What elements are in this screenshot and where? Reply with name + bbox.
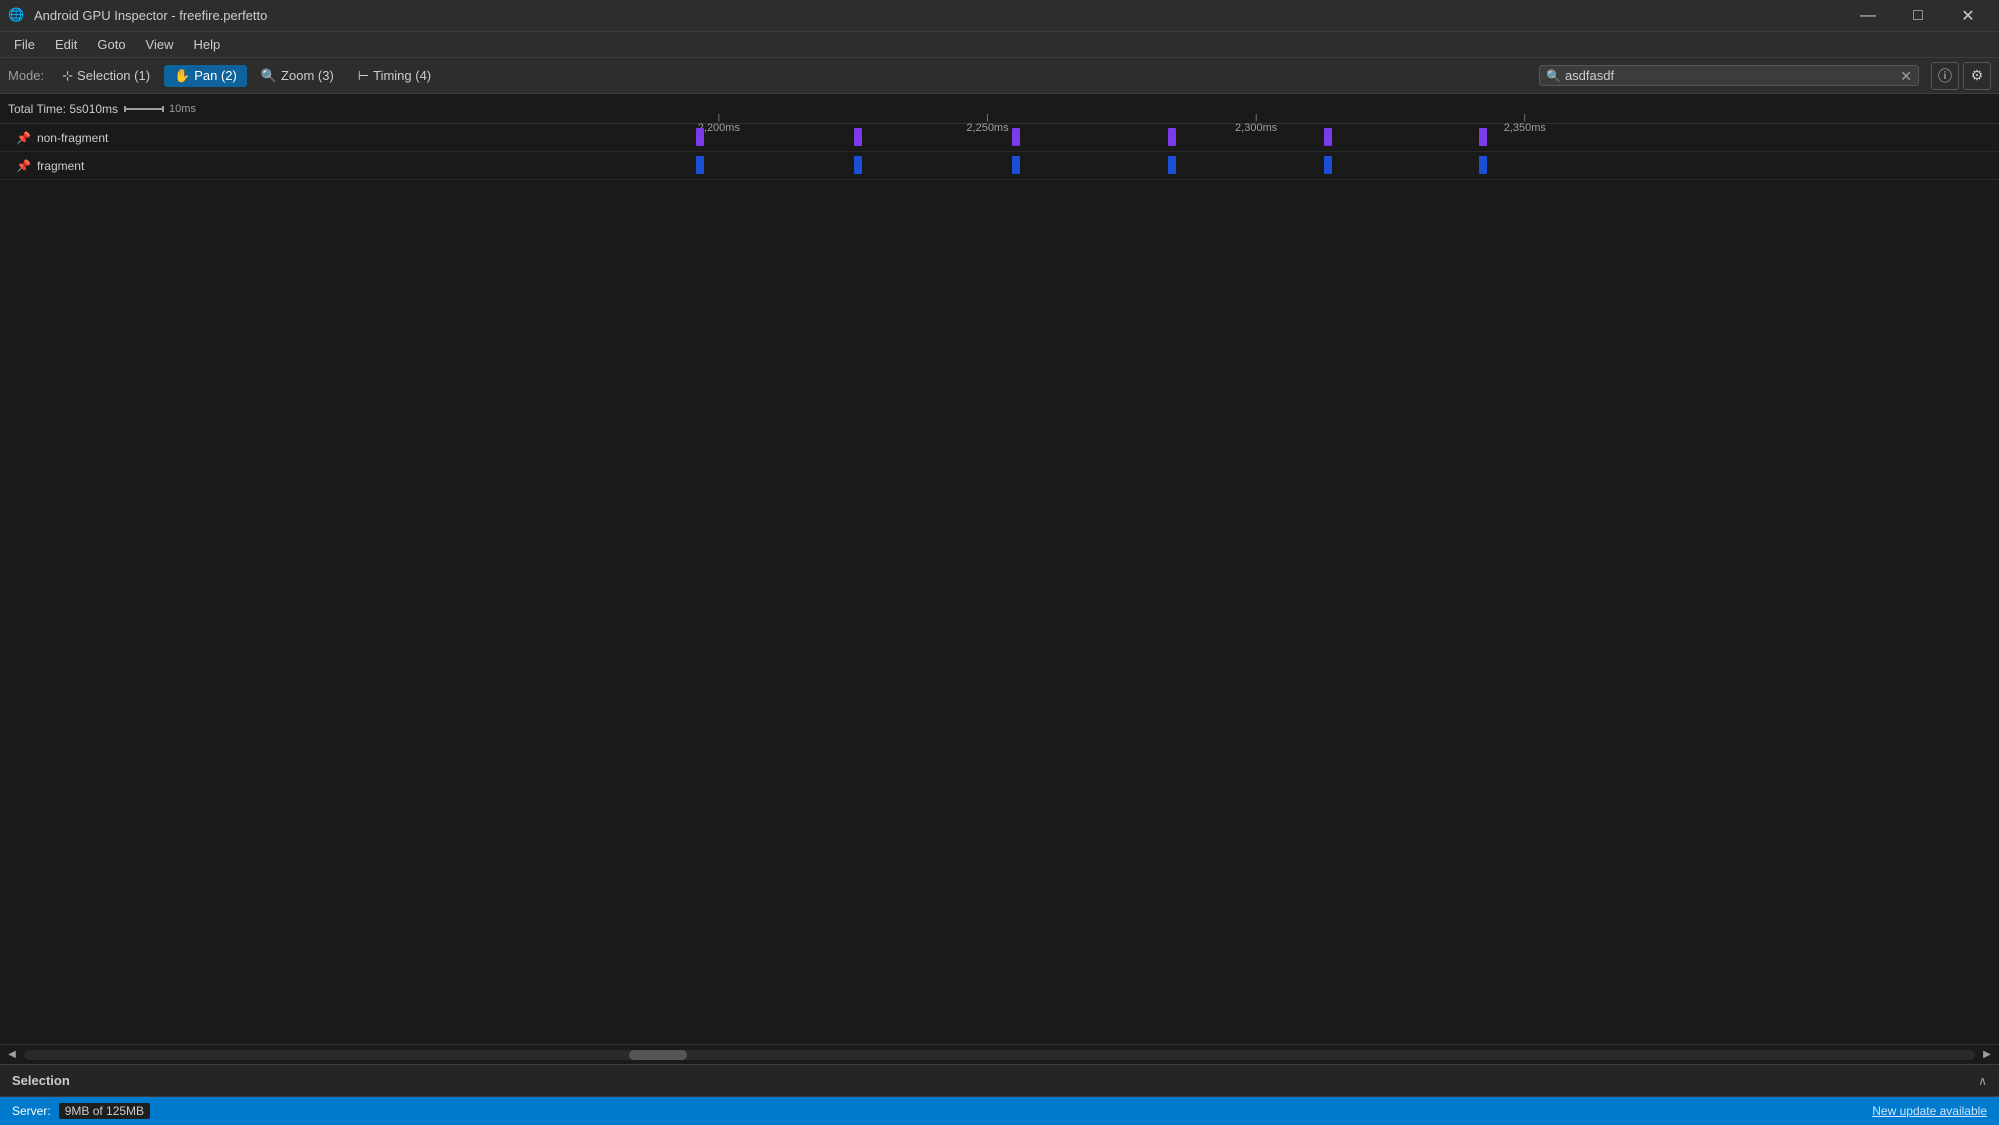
mode-timing[interactable]: ⊢ Timing (4): [348, 65, 441, 87]
fragment-pin-icon: 📌: [16, 159, 31, 173]
menu-goto[interactable]: Goto: [87, 32, 135, 58]
search-icon: 🔍: [1546, 69, 1561, 83]
mode-selection[interactable]: ⊹ Selection (1): [52, 65, 160, 87]
menu-file[interactable]: File: [4, 32, 45, 58]
selection-icon: ⊹: [62, 68, 73, 84]
fragment-block-3: [1012, 156, 1020, 174]
window-controls: — □ ✕: [1845, 0, 1991, 32]
menu-bar: File Edit Goto View Help: [0, 32, 1999, 58]
non-fragment-block-2: [854, 128, 862, 146]
track-label-fragment: 📌 fragment: [0, 159, 320, 173]
non-fragment-canvas[interactable]: [320, 124, 1999, 151]
scale-line: [124, 108, 164, 110]
menu-help[interactable]: Help: [184, 32, 231, 58]
selection-title: Selection: [12, 1073, 1978, 1088]
selection-header[interactable]: Selection ∧: [0, 1065, 1999, 1097]
mode-zoom-label: Zoom (3): [281, 68, 334, 83]
non-fragment-block-3: [1012, 128, 1020, 146]
zoom-icon: 🔍: [261, 68, 277, 84]
mode-label: Mode:: [8, 68, 44, 83]
total-time-label: Total Time: 5s010ms: [8, 102, 118, 116]
minimize-button[interactable]: —: [1845, 0, 1891, 32]
fragment-label: fragment: [37, 159, 84, 173]
menu-edit[interactable]: Edit: [45, 32, 87, 58]
fragment-block-5: [1324, 156, 1332, 174]
mode-pan[interactable]: ✋ Pan (2): [164, 65, 247, 87]
track-row-non-fragment: 📌 non-fragment: [0, 124, 1999, 152]
mode-timing-label: Timing (4): [373, 68, 431, 83]
info-button[interactable]: ⓘ: [1931, 62, 1959, 90]
horizontal-scrollbar[interactable]: ◀ ▶: [0, 1044, 1999, 1064]
title-bar: 🌐 Android GPU Inspector - freefire.perfe…: [0, 0, 1999, 32]
pan-icon: ✋: [174, 68, 190, 84]
mode-zoom[interactable]: 🔍 Zoom (3): [251, 65, 344, 87]
fragment-block-6: [1479, 156, 1487, 174]
scale-label: 10ms: [169, 103, 196, 115]
app-title: Android GPU Inspector - freefire.perfett…: [34, 8, 1837, 23]
non-fragment-block-6: [1479, 128, 1487, 146]
search-box: 🔍 ✕: [1539, 65, 1919, 86]
timeline-header: Total Time: 5s010ms 10ms 2,200ms 2,250ms…: [0, 94, 1999, 124]
non-fragment-label: non-fragment: [37, 131, 108, 145]
search-input[interactable]: [1565, 68, 1896, 83]
fragment-block-1: [696, 156, 704, 174]
update-link[interactable]: New update available: [1872, 1104, 1987, 1118]
scroll-right-button[interactable]: ▶: [1979, 1047, 1995, 1063]
fragment-canvas[interactable]: [320, 152, 1999, 179]
non-fragment-block-4: [1168, 128, 1176, 146]
scale-indicator: 10ms: [124, 103, 196, 115]
search-clear-button[interactable]: ✕: [1900, 69, 1912, 83]
non-fragment-pin-icon: 📌: [16, 131, 31, 145]
app-icon: 🌐: [8, 7, 26, 25]
timeline-area: Total Time: 5s010ms 10ms 2,200ms 2,250ms…: [0, 94, 1999, 1064]
maximize-button[interactable]: □: [1895, 0, 1941, 32]
mode-bar: Mode: ⊹ Selection (1) ✋ Pan (2) 🔍 Zoom (…: [0, 58, 1999, 94]
server-value: 9MB of 125MB: [59, 1103, 150, 1119]
chevron-icon: ∧: [1978, 1074, 1987, 1088]
scroll-left-button[interactable]: ◀: [4, 1047, 20, 1063]
settings-button[interactable]: ⚙: [1963, 62, 1991, 90]
mode-selection-label: Selection (1): [77, 68, 150, 83]
timeline-total: Total Time: 5s010ms 10ms: [0, 102, 320, 116]
timing-icon: ⊢: [358, 68, 369, 84]
fragment-block-4: [1168, 156, 1176, 174]
fragment-block-2: [854, 156, 862, 174]
server-label: Server:: [12, 1104, 51, 1118]
mode-icon-buttons: ⓘ ⚙: [1931, 62, 1991, 90]
scrollbar-track[interactable]: [24, 1050, 1975, 1060]
track-row-fragment: 📌 fragment: [0, 152, 1999, 180]
scrollbar-thumb[interactable]: [629, 1050, 688, 1060]
track-label-non-fragment: 📌 non-fragment: [0, 131, 320, 145]
non-fragment-block-1: [696, 128, 704, 146]
status-bar: Server: 9MB of 125MB New update availabl…: [0, 1097, 1999, 1125]
mode-pan-label: Pan (2): [194, 68, 237, 83]
menu-view[interactable]: View: [136, 32, 184, 58]
close-button[interactable]: ✕: [1945, 0, 1991, 32]
empty-timeline-space: [0, 180, 1999, 1044]
non-fragment-block-5: [1324, 128, 1332, 146]
bottom-panel: Selection ∧: [0, 1064, 1999, 1097]
